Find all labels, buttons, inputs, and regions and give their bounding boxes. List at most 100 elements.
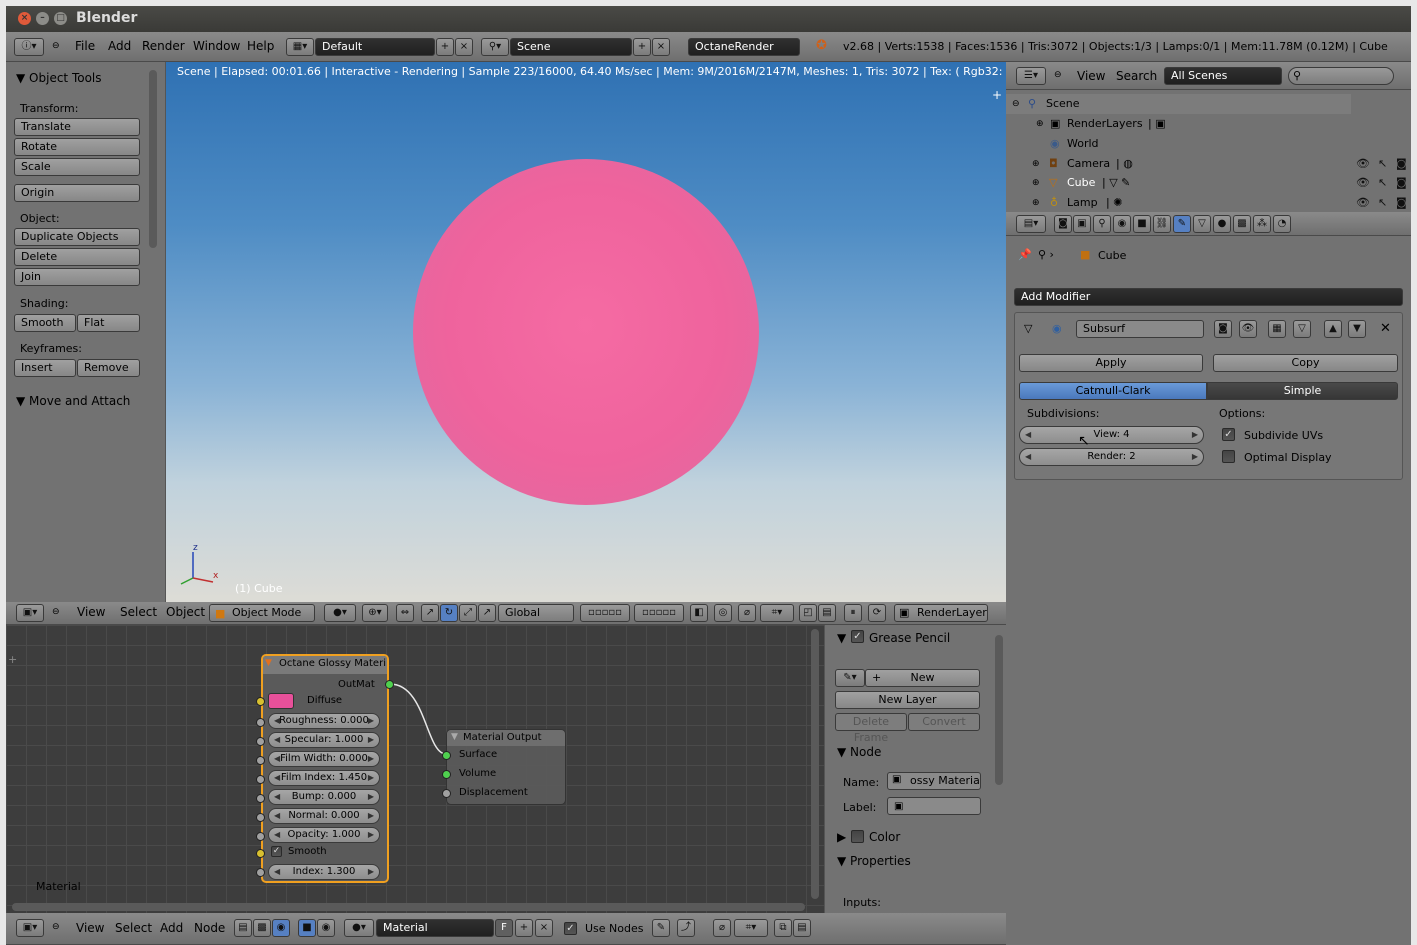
screen-layout-icon[interactable]: ▦▾ [286,38,314,56]
close-icon[interactable]: × [18,12,31,25]
object-tab-icon[interactable]: ■ [1133,215,1151,233]
param-socket[interactable] [256,737,265,746]
decrement-arrow-icon[interactable]: ◀ [274,714,280,728]
render-layers-tab-icon[interactable]: ▣ [1073,215,1091,233]
menu-help[interactable]: Help [247,39,274,53]
outliner-menu-view[interactable]: View [1077,69,1105,83]
modifier-name-field[interactable]: Subsurf [1076,320,1204,338]
param-socket[interactable] [256,832,265,841]
decrement-arrow-icon[interactable]: ◀ [274,771,280,785]
view-subdivisions-field[interactable]: ◀ View: 4 ▶ [1019,426,1204,444]
outliner-menu-search[interactable]: Search [1116,69,1157,83]
menu-add[interactable]: Add [108,39,131,53]
scene-collapse-icon[interactable]: ⊖ [1012,94,1020,114]
index-field[interactable]: ◀ Index: 1.300 ▶ [268,864,380,880]
pencil-icon[interactable]: ✎▾ [835,669,865,687]
camera-expand-icon[interactable]: ⊕ [1032,154,1040,174]
increment-arrow-icon[interactable]: ▶ [368,714,374,728]
collapse-icon[interactable]: ⊖ [52,41,60,51]
scale-manipulator-icon[interactable]: ⤢ [459,604,477,622]
convert-button[interactable]: Convert [908,713,980,731]
move-attach-header[interactable]: ▼ Move and Attach [16,394,130,408]
camera-visibility-icon[interactable]: 👁 [1356,157,1370,170]
diffuse-socket[interactable] [256,697,265,706]
copy-button[interactable]: Copy [1213,354,1398,372]
node-sidebar-scrollbar[interactable] [995,635,1003,785]
color-checkbox[interactable] [851,830,864,843]
optimal-display-checkbox[interactable] [1222,450,1235,463]
snap-toggle-icon[interactable]: ⌀ [738,604,756,622]
texture-tab-icon[interactable]: ▩ [1233,215,1251,233]
decrement-arrow-icon[interactable]: ◀ [1025,449,1031,465]
renderlayers-expand-icon[interactable]: ⊕ [1036,114,1044,134]
modifier-collapse-icon[interactable]: ▽ [1024,322,1032,335]
opengl-render-icon[interactable]: ◰ [799,604,817,622]
remove-screen-icon[interactable]: × [455,38,473,56]
decrement-arrow-icon[interactable]: ◀ [274,809,280,823]
add-scene-icon[interactable]: + [633,38,651,56]
particles-tab-icon[interactable]: ⁂ [1253,215,1271,233]
modifiers-tab-icon[interactable]: ✎ [1173,215,1191,233]
rotate-button[interactable]: Rotate [14,138,140,156]
modifier-editmode-icon[interactable]: ▦ [1268,320,1286,338]
node-param-field[interactable]: ◀ Normal: 0.000 ▶ [268,808,380,824]
shader-tree-icon[interactable]: ▤ [234,919,252,937]
join-button[interactable]: Join [14,268,140,286]
snap-element-icon[interactable]: ⌗▾ [760,604,794,622]
outliner-item-world[interactable]: World [1067,134,1099,154]
node-param-field[interactable]: ◀ Bump: 0.000 ▶ [268,789,380,805]
3d-viewport[interactable]: Scene | Elapsed: 00:01.66 | Interactive … [166,62,1006,602]
decrement-arrow-icon[interactable]: ◀ [274,828,280,842]
viewport-menu-view[interactable]: View [77,605,105,619]
color-section-header[interactable]: ▶ [837,830,846,844]
rotate-manipulator-icon[interactable]: ↻ [440,604,458,622]
decrement-arrow-icon[interactable]: ◀ [274,865,280,879]
paste-nodes-icon[interactable]: ▤ [793,919,811,937]
screen-layout-field[interactable]: Default [315,38,435,56]
object-shader-icon[interactable]: ■ [298,919,316,937]
world-shader-icon[interactable]: ◉ [317,919,335,937]
pivot-icon[interactable]: ⊕▾ [362,604,388,622]
param-socket[interactable] [256,794,265,803]
increment-arrow-icon[interactable]: ▶ [1192,449,1198,465]
physics-tab-icon[interactable]: ◔ [1273,215,1291,233]
viewport-collapse-icon[interactable]: ⊖ [52,607,60,617]
param-socket[interactable] [256,756,265,765]
node-editor-vscrollbar[interactable] [811,629,819,899]
grease-pencil-header[interactable]: ▼ [837,631,846,645]
duplicate-objects-button[interactable]: Duplicate Objects [14,228,140,246]
snap-element-node-icon[interactable]: ⌗▾ [734,919,768,937]
world-tab-icon[interactable]: ◉ [1113,215,1131,233]
catmull-clark-button[interactable]: Catmull-Clark [1019,382,1207,400]
render-engine-select[interactable]: OctaneRender [688,38,800,56]
viewport-editor-type-icon[interactable]: ▣▾ [16,604,44,622]
node-collapse-icon[interactable]: ⊖ [52,922,60,932]
glossy-node-collapse-icon[interactable]: ▼ [265,658,272,668]
viewport-menu-object[interactable]: Object [166,605,205,619]
maximize-icon[interactable]: □ [54,12,67,25]
menu-render[interactable]: Render [142,39,185,53]
manip-extra-icon[interactable]: ↗ [478,604,496,622]
cube-select-icon[interactable]: ↖ [1378,176,1387,189]
remove-modifier-icon[interactable]: ✕ [1380,321,1391,336]
lamp-expand-icon[interactable]: ⊕ [1032,193,1040,213]
delete-frame-button[interactable]: Delete Frame [835,713,907,744]
decrement-arrow-icon[interactable]: ◀ [274,790,280,804]
node-param-field[interactable]: ◀ Film Width: 0.000 ▶ [268,751,380,767]
outliner-search-input[interactable]: ⚲ [1288,67,1394,85]
outliner-item-cube[interactable]: Cube [1067,173,1095,193]
diffuse-color-swatch[interactable] [268,693,294,709]
translate-button[interactable]: Translate [14,118,140,136]
layers-grid-a-icon[interactable]: ▫▫▫▫▫ [580,604,630,622]
new-layer-button[interactable]: New Layer [835,691,980,709]
node-menu-node[interactable]: Node [194,921,225,935]
increment-arrow-icon[interactable]: ▶ [368,809,374,823]
outliner-item-scene[interactable]: Scene [1046,94,1080,114]
increment-arrow-icon[interactable]: ▶ [368,865,374,879]
tool-shelf-scrollbar[interactable] [149,70,157,248]
apply-button[interactable]: Apply [1019,354,1203,372]
compositing-tree-icon[interactable]: ◉ [272,919,290,937]
increment-arrow-icon[interactable]: ▶ [368,790,374,804]
increment-arrow-icon[interactable]: ▶ [368,771,374,785]
index-socket[interactable] [256,868,265,877]
